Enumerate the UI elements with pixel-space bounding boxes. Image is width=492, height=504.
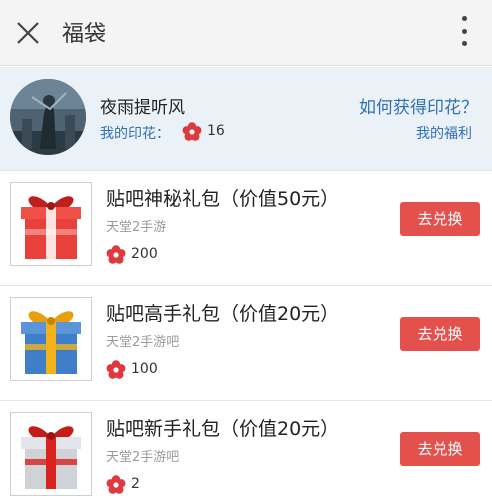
my-welfare-link[interactable]: 我的福利 bbox=[416, 123, 472, 143]
flower-icon bbox=[106, 475, 126, 494]
item-name: 贴吧神秘礼包（价值50元） bbox=[106, 188, 340, 210]
gift-box-image bbox=[10, 182, 92, 266]
gift-box-image bbox=[10, 412, 92, 496]
item-name: 贴吧新手礼包（价值20元） bbox=[106, 418, 340, 440]
page-title: 福袋 bbox=[62, 22, 107, 47]
gift-box-image bbox=[10, 297, 92, 381]
flower-icon bbox=[106, 245, 126, 264]
list-item: 贴吧高手礼包（价值20元） 天堂2手游吧 100 去兑换 bbox=[0, 287, 492, 401]
stamp-label: 我的印花： bbox=[100, 126, 170, 142]
item-name: 贴吧高手礼包（价值20元） bbox=[106, 303, 340, 325]
more-vertical-icon[interactable] bbox=[458, 16, 470, 46]
item-price: 200 bbox=[131, 246, 158, 262]
stamp-count: 16 bbox=[207, 123, 225, 139]
list-item: 贴吧新手礼包（价值20元） 天堂2手游吧 2 去兑换 bbox=[0, 402, 492, 504]
redeem-button[interactable]: 去兑换 bbox=[400, 202, 480, 236]
how-to-get-stamps-link[interactable]: 如何获得印花？ bbox=[359, 93, 478, 118]
flower-icon bbox=[182, 122, 202, 141]
profile-section: 夜雨提听风 我的印花： 16 如何获得印花？ 我的福利 bbox=[0, 67, 492, 171]
item-subtitle: 天堂2手游 bbox=[106, 220, 167, 235]
item-price: 100 bbox=[131, 361, 158, 377]
item-subtitle: 天堂2手游吧 bbox=[106, 335, 180, 350]
redeem-button[interactable]: 去兑换 bbox=[400, 317, 480, 351]
item-price: 2 bbox=[131, 476, 140, 492]
list-item: 贴吧神秘礼包（价值50元） 天堂2手游 200 去兑换 bbox=[0, 172, 492, 286]
avatar[interactable] bbox=[10, 79, 86, 155]
username: 夜雨提听风 bbox=[100, 98, 185, 118]
close-icon[interactable] bbox=[14, 19, 42, 47]
flower-icon bbox=[106, 360, 126, 379]
item-subtitle: 天堂2手游吧 bbox=[106, 450, 180, 465]
redeem-button[interactable]: 去兑换 bbox=[400, 432, 480, 466]
top-bar: 福袋 bbox=[0, 0, 492, 66]
